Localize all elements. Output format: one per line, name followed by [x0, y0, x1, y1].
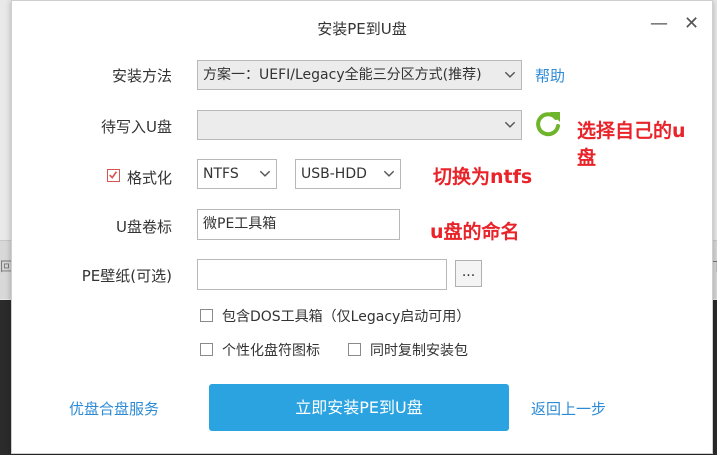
filesystem-value: NTFS	[203, 166, 239, 182]
dos-toolbox-label: 包含DOS工具箱（仅Legacy启动可用）	[222, 309, 471, 325]
chevron-down-icon	[259, 170, 271, 177]
volume-label-value: 微PE工具箱	[203, 216, 277, 232]
custom-icon-checkbox[interactable]	[200, 343, 213, 356]
wallpaper-path-input[interactable]	[197, 259, 447, 290]
volume-label-input[interactable]: 微PE工具箱	[197, 209, 400, 240]
annotation-name-disk: u盘的命名	[430, 221, 520, 243]
boot-mode-value: USB-HDD	[301, 166, 367, 182]
chevron-down-icon	[504, 121, 516, 128]
custom-icon-label: 个性化盘符图标	[222, 343, 320, 359]
chevron-down-icon	[383, 170, 395, 177]
copy-installer-label: 同时复制安装包	[370, 343, 468, 359]
annotation-switch-ntfs: 切换为ntfs	[433, 166, 533, 188]
dos-toolbox-checkbox[interactable]	[200, 309, 213, 322]
dialog-title: 安装PE到U盘	[317, 20, 407, 38]
install-method-value: 方案一：UEFI/Legacy全能三分区方式(推荐)	[203, 67, 482, 83]
format-checkbox[interactable]	[107, 169, 120, 182]
annotation-line: 选择自己的u	[577, 120, 686, 142]
install-method-label: 安装方法	[111, 67, 172, 85]
volume-label-label: U盘卷标	[116, 218, 172, 236]
copy-installer-checkbox[interactable]	[348, 343, 361, 356]
filesystem-select[interactable]: NTFS	[197, 159, 277, 189]
target-disk-select[interactable]	[197, 110, 522, 140]
annotation-line: 盘	[577, 147, 597, 169]
refresh-icon[interactable]	[534, 109, 562, 139]
install-pe-dialog: 安装PE到U盘 — ✕ 安装方法 方案一：UEFI/Legacy全能三分区方式(…	[11, 0, 713, 454]
annotation-select-disk: 选择自己的u 盘	[577, 118, 686, 172]
close-button[interactable]: ✕	[684, 14, 699, 34]
minimize-button[interactable]: —	[650, 14, 668, 34]
install-method-select[interactable]: 方案一：UEFI/Legacy全能三分区方式(推荐)	[197, 60, 522, 90]
help-link[interactable]: 帮助	[535, 65, 565, 86]
chevron-down-icon	[504, 71, 516, 78]
back-link[interactable]: 返回上一步	[531, 398, 606, 419]
format-label: 格式化	[127, 169, 173, 187]
install-button[interactable]: 立即安装PE到U盘	[209, 384, 509, 431]
boot-mode-select[interactable]: USB-HDD	[295, 159, 401, 189]
service-link[interactable]: 优盘合盘服务	[69, 398, 159, 419]
browse-button[interactable]: ...	[455, 260, 482, 287]
wallpaper-label: PE壁纸(可选)	[81, 267, 172, 285]
target-disk-label: 待写入U盘	[101, 118, 172, 136]
checkmark-icon	[109, 171, 118, 179]
